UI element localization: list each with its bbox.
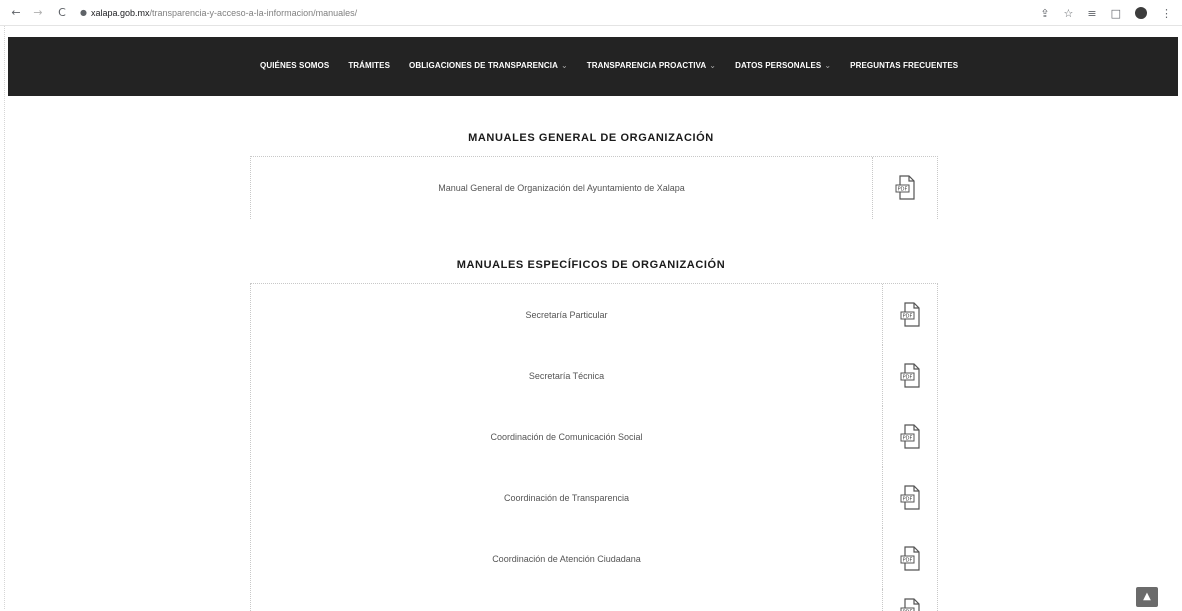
address-bar[interactable]: xalapa.gob.mx/transparencia-y-acceso-a-l… xyxy=(91,8,357,18)
svg-text:PDF: PDF xyxy=(903,496,913,502)
pdf-file-icon: PDF xyxy=(900,484,920,510)
nav-item-2[interactable]: TRÁMITES xyxy=(348,61,390,70)
share-icon[interactable]: ⇪ xyxy=(1040,7,1049,20)
window-icon[interactable]: □ xyxy=(1111,7,1121,20)
svg-text:PDF: PDF xyxy=(903,313,913,319)
manual-name: Coordinación de Atención Ciudadana xyxy=(492,553,641,564)
table-row: Coordinación de Transparencia PDF xyxy=(251,467,937,528)
back-to-top-button[interactable]: ▲ xyxy=(1136,587,1158,607)
nav-item-label: QUIÉNES SOMOS xyxy=(260,61,330,70)
svg-text:PDF: PDF xyxy=(898,187,908,193)
section-title-general: MANUALES GENERAL DE ORGANIZACIÓN xyxy=(468,132,714,144)
nav-item-6[interactable]: PREGUNTAS FRECUENTES xyxy=(850,61,958,70)
table-row: Coordinación de Comunicación Social PDF xyxy=(251,406,937,467)
pdf-download-link[interactable]: PDF xyxy=(882,467,937,528)
chevron-down-icon: ⌄ xyxy=(560,61,568,70)
nav-menu: QUIÉNES SOMOS TRÁMITES OBLIGACIONES DE TRA… xyxy=(260,61,977,70)
manuals-general-table: Manual General de Organización del Ayunt… xyxy=(250,156,938,219)
nav-item-label: PREGUNTAS FRECUENTES xyxy=(850,61,959,70)
table-row: Secretaría Técnica PDF xyxy=(251,345,937,406)
nav-item-label: OBLIGACIONES DE TRANSPARENCIA xyxy=(409,61,558,70)
reading-list-icon[interactable]: ≡ xyxy=(1087,7,1096,20)
svg-text:PDF: PDF xyxy=(903,435,913,441)
bookmark-star-icon[interactable]: ☆ xyxy=(1064,7,1074,20)
pdf-file-icon: PDF xyxy=(900,545,920,571)
manual-name: Coordinación de Comunicación Social xyxy=(490,431,643,442)
lock-icon[interactable]: ● xyxy=(80,8,87,17)
manual-name: Secretaría Técnica xyxy=(528,370,605,381)
manuals-specific-table: Secretaría Particular PDF Secretaría Técni… xyxy=(250,283,938,611)
table-row: Coordinación de Atención Ciudadana PDF xyxy=(251,528,937,589)
browser-toolbar: ← → C ● xalapa.gob.mx/transparencia-y-ac… xyxy=(0,0,1182,26)
chevron-down-icon: ⌄ xyxy=(824,61,832,70)
profile-avatar-icon[interactable] xyxy=(1135,7,1147,19)
url-host: xalapa.gob.mx xyxy=(90,7,150,18)
manual-name: Secretaría Particular xyxy=(525,309,608,320)
nav-item-label: TRANSPARENCIA PROACTIVA xyxy=(586,61,707,70)
svg-text:PDF: PDF xyxy=(903,557,913,563)
reload-icon[interactable]: C xyxy=(54,6,70,19)
nav-item-label: TRÁMITES xyxy=(348,61,390,70)
pdf-download-link[interactable]: PDF xyxy=(882,589,937,611)
forward-arrow-icon[interactable]: → xyxy=(30,6,46,19)
pdf-download-link[interactable]: PDF xyxy=(882,345,937,406)
page-edge-divider xyxy=(4,26,5,609)
table-row: Manual General de Organización del Ayunt… xyxy=(251,157,937,219)
pdf-file-icon: PDF xyxy=(900,423,920,449)
chevron-up-icon: ▲ xyxy=(1143,591,1151,602)
nav-item-label: DATOS PERSONALES xyxy=(735,61,822,70)
pdf-download-link[interactable]: PDF xyxy=(882,406,937,467)
nav-item-4[interactable]: TRANSPARENCIA PROACTIVA ⌄ xyxy=(587,61,716,70)
section-title-specific: MANUALES ESPECÍFICOS DE ORGANIZACIÓN xyxy=(456,259,726,271)
url-path: /transparencia-y-acceso-a-la-informacion… xyxy=(149,7,358,18)
pdf-download-link[interactable]: PDF xyxy=(882,528,937,589)
svg-text:PDF: PDF xyxy=(903,374,913,380)
main-navigation: QUIÉNES SOMOS TRÁMITES OBLIGACIONES DE TRA… xyxy=(8,37,1178,96)
pdf-file-icon: PDF xyxy=(900,301,920,327)
nav-item-3[interactable]: OBLIGACIONES DE TRANSPARENCIA ⌄ xyxy=(409,61,568,70)
browser-menu-icon[interactable]: ⋮ xyxy=(1161,7,1172,20)
pdf-download-link[interactable]: PDF xyxy=(872,157,937,219)
nav-item-1[interactable]: QUIÉNES SOMOS xyxy=(260,61,329,70)
pdf-file-icon: PDF xyxy=(895,175,915,200)
back-arrow-icon[interactable]: ← xyxy=(8,6,24,19)
table-row: Secretaría Particular PDF xyxy=(251,284,937,345)
pdf-file-icon: PDF xyxy=(900,362,920,388)
chevron-down-icon: ⌄ xyxy=(709,61,717,70)
manual-name: Coordinación de Transparencia xyxy=(503,492,630,503)
pdf-download-link[interactable]: PDF xyxy=(882,284,937,345)
nav-item-5[interactable]: DATOS PERSONALES ⌄ xyxy=(735,61,831,70)
manual-name xyxy=(251,589,882,611)
manual-name: Manual General de Organización del Ayunt… xyxy=(438,183,685,193)
table-row: PDF xyxy=(251,589,937,611)
browser-actions: ⇪ ☆ ≡ □ ⋮ xyxy=(1040,0,1172,26)
